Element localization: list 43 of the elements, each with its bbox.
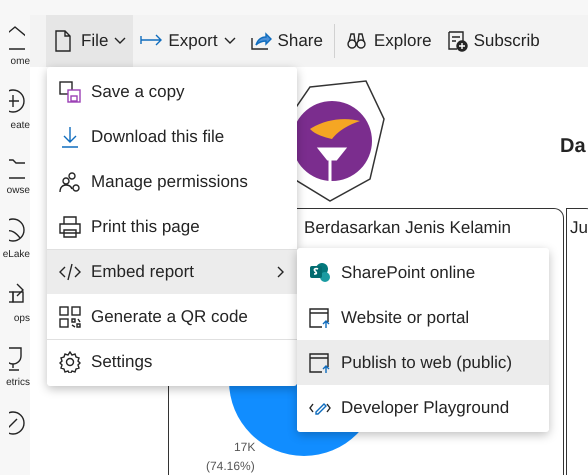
report-title: Da: [560, 134, 586, 159]
visual-title: Berdasarkan Jenis Kelamin: [304, 217, 511, 239]
nav-label[interactable]: eLake: [2, 248, 30, 262]
dropdown-button[interactable]: Export: [133, 15, 243, 67]
share-icon: [250, 30, 272, 52]
plus-icon[interactable]: [9, 89, 25, 116]
menu-item[interactable]: Settings: [47, 339, 297, 384]
sharepoint-icon: [309, 262, 331, 284]
qr-code-icon: [59, 306, 81, 328]
chevron-down-icon: [224, 37, 236, 45]
menu-item[interactable]: Manage permissions: [47, 159, 297, 204]
data-label: (74.16%): [206, 458, 255, 474]
dropdown-button[interactable]: File: [46, 15, 134, 67]
people-gear-icon: [59, 170, 81, 192]
chevron-down-icon: [114, 37, 126, 45]
nav-label[interactable]: owse: [6, 184, 30, 198]
menu-item[interactable]: Publish to web (public): [297, 340, 549, 385]
browser-window-icon: [309, 306, 331, 328]
menu-item[interactable]: Website or portal: [297, 295, 549, 340]
menu-item[interactable]: Developer Playground: [297, 385, 549, 430]
nav-label[interactable]: etrics: [6, 376, 30, 390]
subscribe-icon: [446, 30, 468, 52]
nav-label[interactable]: ops: [14, 312, 30, 326]
chevron-right-icon: [277, 266, 285, 278]
browser-window-icon: [309, 352, 331, 374]
printer-icon: [59, 216, 81, 238]
menu-item[interactable]: Print this page: [47, 204, 297, 249]
settings-icon: [59, 351, 81, 373]
menu-item[interactable]: Embed report: [47, 249, 297, 294]
nav-label[interactable]: eate: [10, 119, 30, 134]
nav-label[interactable]: ome: [10, 55, 30, 69]
download-icon: [59, 126, 81, 148]
data-label: 17K: [234, 439, 256, 455]
menu-item[interactable]: SharePoint online: [297, 250, 549, 295]
code-icon: [59, 261, 81, 283]
floppy-disk-icon: [59, 80, 81, 102]
toolbar-button[interactable]: Explore: [338, 15, 439, 67]
toolbar-button[interactable]: Share: [242, 15, 330, 67]
menu-item[interactable]: Generate a QR code: [47, 294, 297, 339]
menu-item[interactable]: Download this file: [47, 114, 297, 159]
visual-title: Ju: [570, 217, 588, 239]
toolbar-button[interactable]: Subscrib: [438, 15, 547, 67]
menu-item[interactable]: Save a copy: [47, 69, 297, 114]
